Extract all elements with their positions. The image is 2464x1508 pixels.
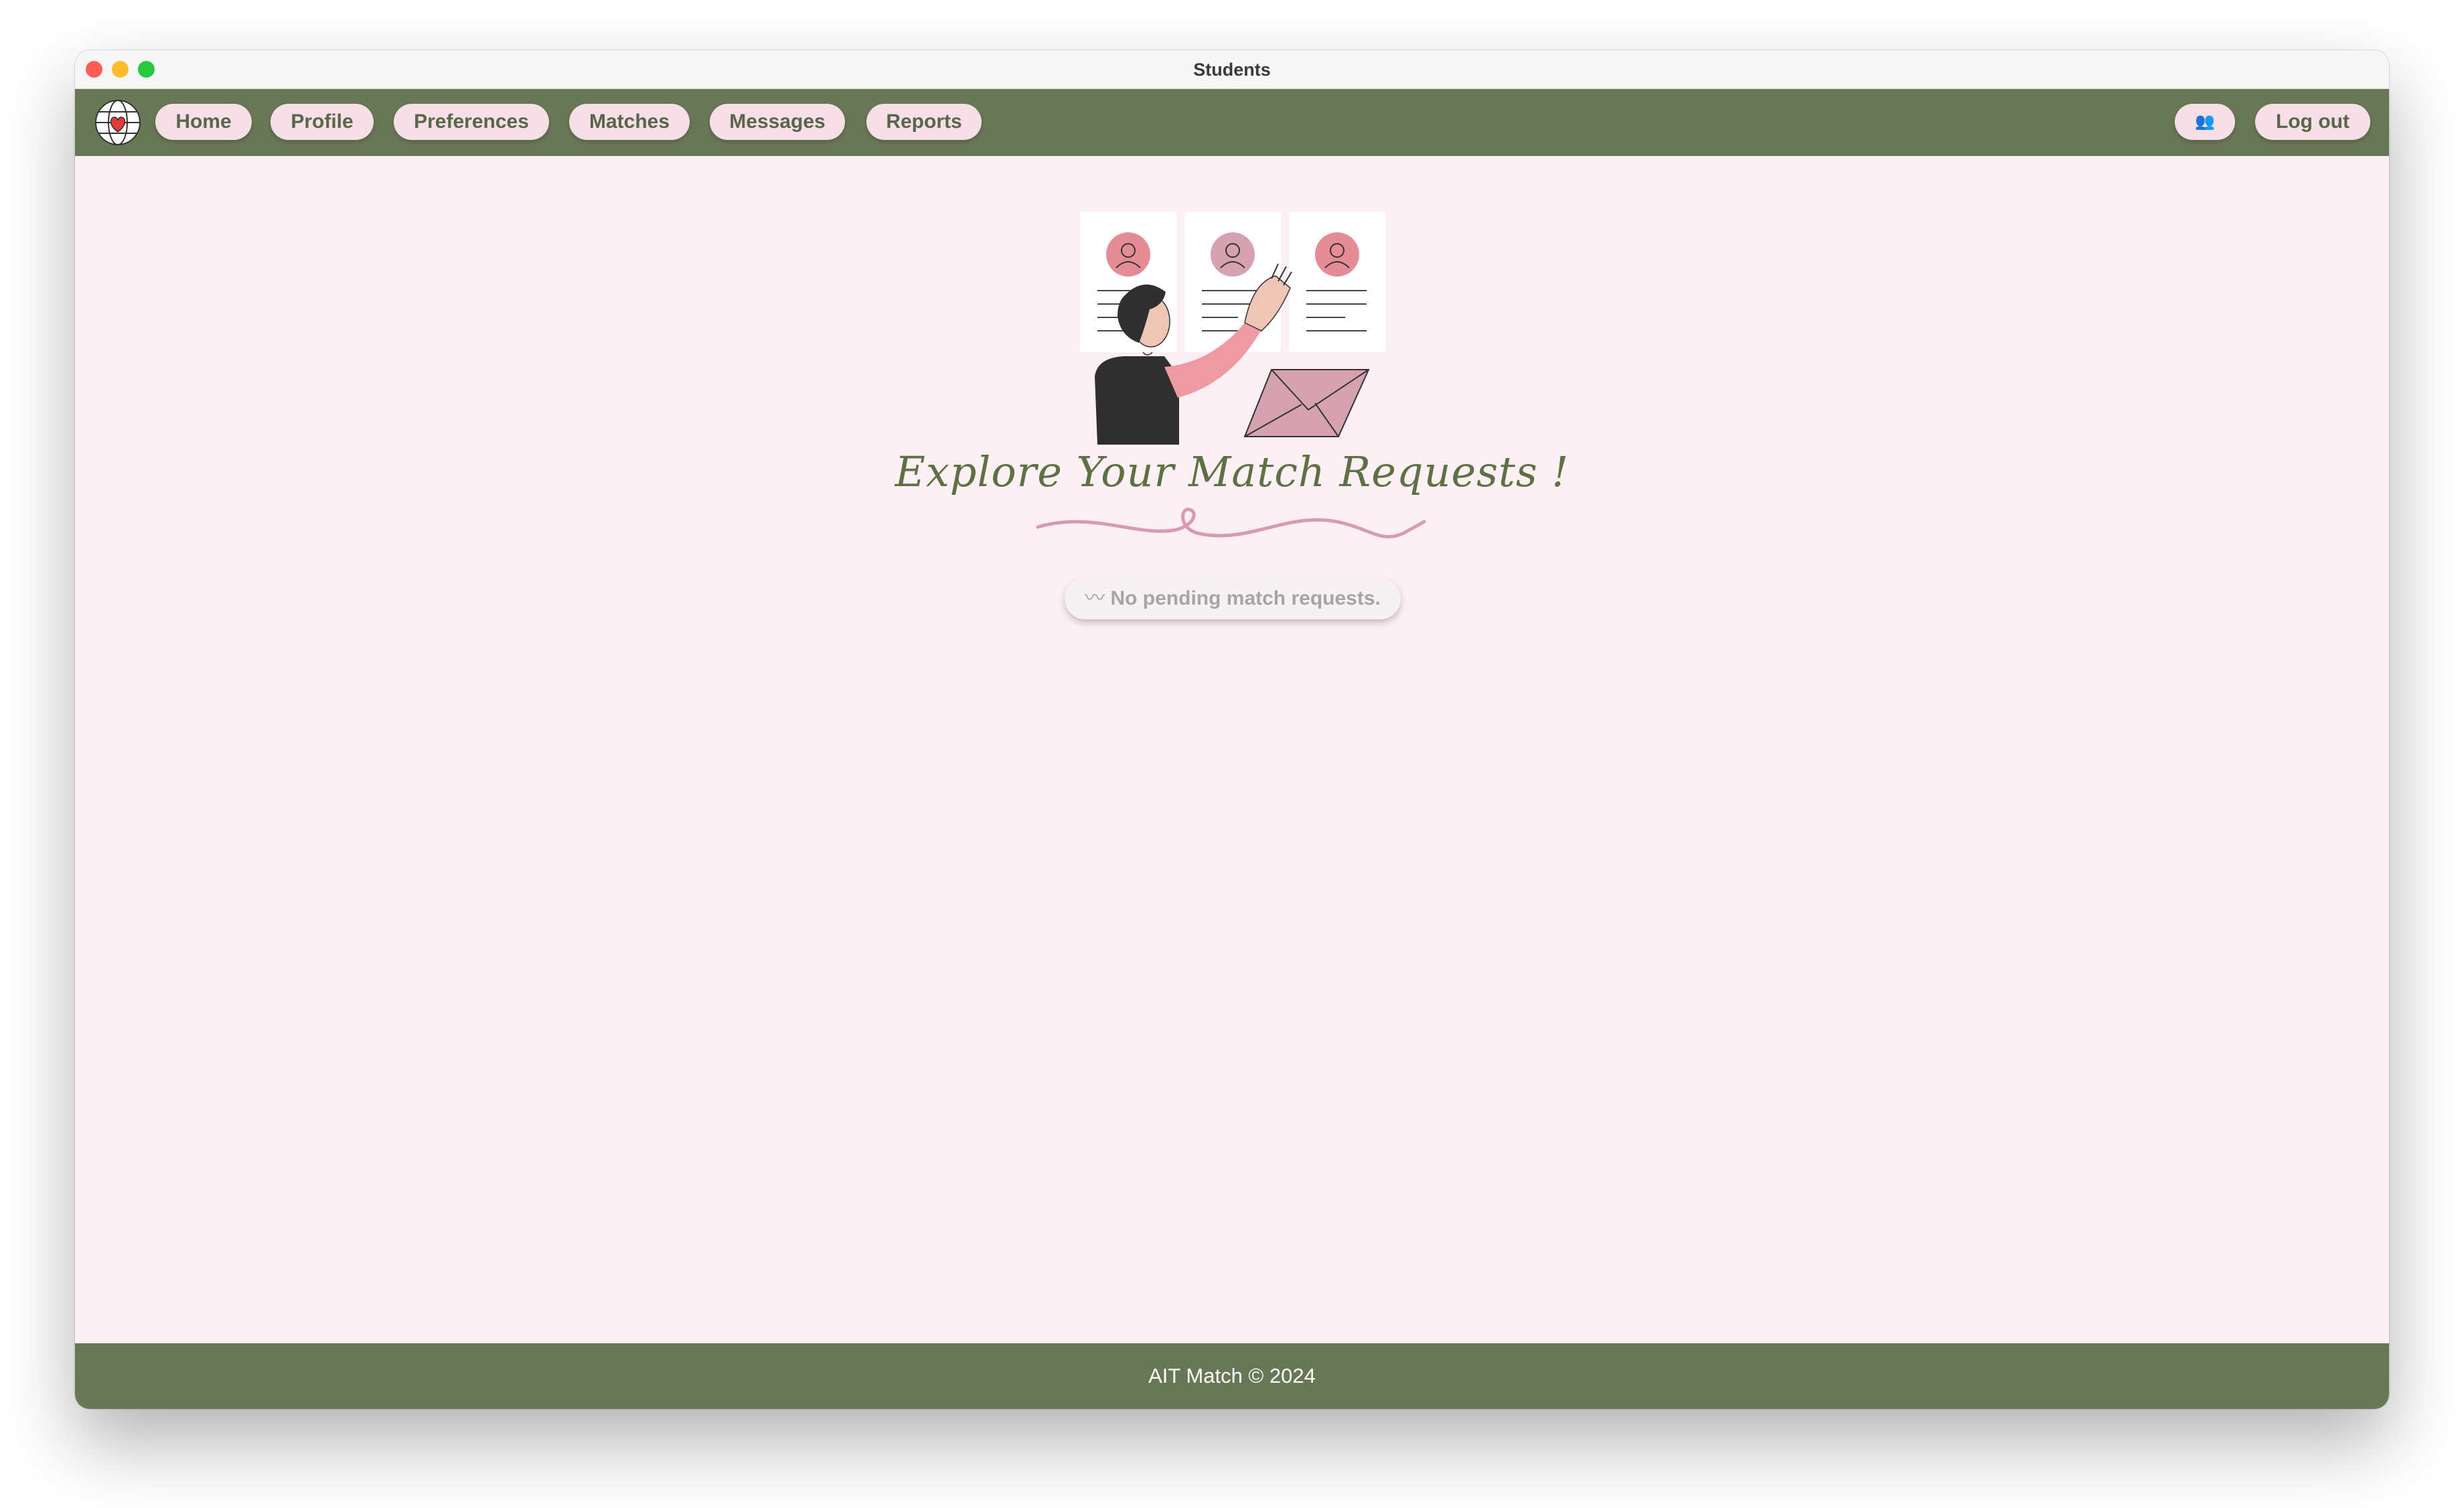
logout-button[interactable]: Log out [2255, 104, 2370, 140]
nav-profile-button[interactable]: Profile [271, 104, 374, 140]
nav-reports-button[interactable]: Reports [866, 104, 982, 140]
app-window: Students Home Profile Preferences Matche… [75, 50, 2389, 1409]
match-requests-illustration [1080, 212, 1385, 445]
nav-home-button[interactable]: Home [155, 104, 252, 140]
nav-preferences-button[interactable]: Preferences [394, 104, 549, 140]
page-heading: Explore Your Match Requests ! [895, 447, 1569, 496]
footer: AIT Match © 2024 [75, 1343, 2389, 1409]
globe-heart-icon[interactable] [94, 98, 142, 147]
footer-text: AIT Match © 2024 [1148, 1364, 1316, 1387]
title-bar: Students [75, 50, 2389, 89]
nav-matches-button[interactable]: Matches [569, 104, 690, 140]
empty-state-badge: 〰 No pending match requests. [1065, 578, 1401, 619]
main-content: Explore Your Match Requests ! 〰 No pendi… [75, 156, 2389, 1343]
navbar: Home Profile Preferences Matches Message… [75, 89, 2389, 156]
decorative-swirl [1036, 508, 1426, 538]
empty-state-text: No pending match requests. [1110, 587, 1381, 609]
users-icon-button[interactable]: 👥 [2175, 104, 2235, 140]
window-title: Students [1193, 60, 1271, 80]
wave-icon: 〰 [1085, 587, 1105, 609]
nav-messages-button[interactable]: Messages [710, 104, 845, 140]
